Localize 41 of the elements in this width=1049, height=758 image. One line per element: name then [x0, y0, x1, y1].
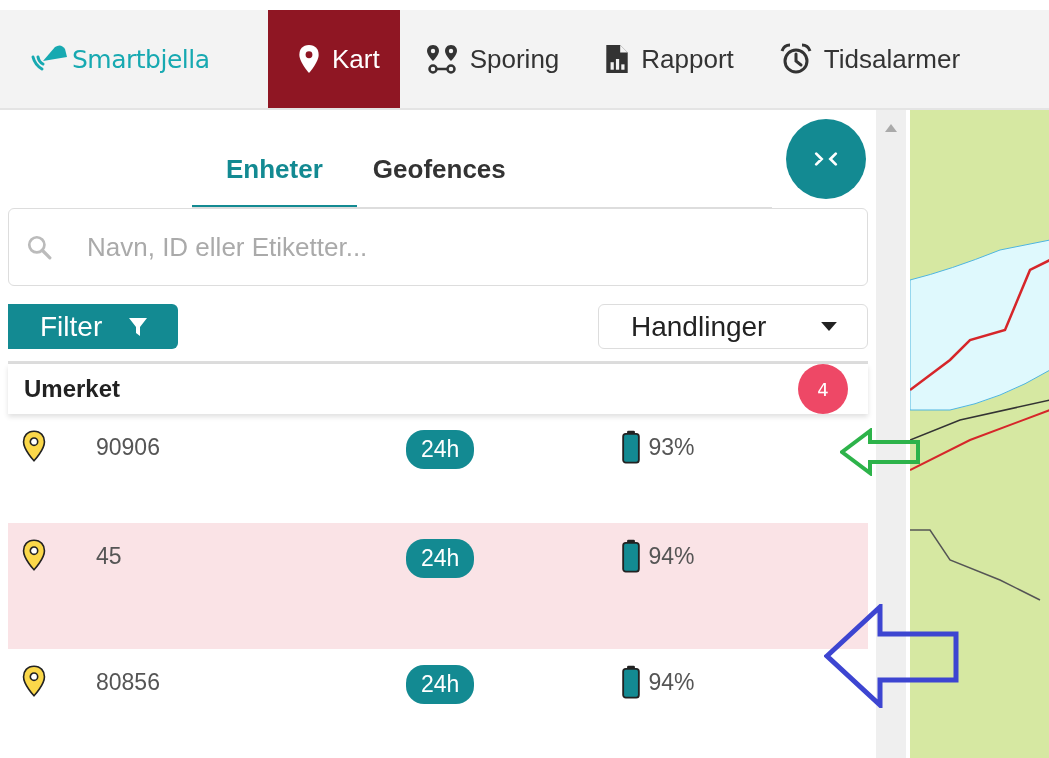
- device-row[interactable]: 90906 24h 93%: [8, 414, 868, 523]
- alarm-clock-icon: [779, 43, 812, 75]
- nav-tab[interactable]: Tidsalarmer: [755, 10, 983, 108]
- group-header[interactable]: Umerket 4: [8, 364, 868, 414]
- collapse-arrows-icon: [813, 152, 839, 166]
- device-id: 80856: [96, 668, 161, 696]
- battery-percent: 94%: [648, 542, 695, 570]
- battery-icon: [620, 430, 643, 464]
- period-chip: 24h: [406, 430, 475, 469]
- device-row[interactable]: 80856 24h 94%: [8, 649, 868, 758]
- nav-tab[interactable]: Rapport: [581, 10, 756, 108]
- route-pins-icon: [425, 44, 458, 74]
- caret-icon: [821, 322, 837, 331]
- filter-button[interactable]: Filter: [8, 304, 179, 349]
- panel-tab[interactable]: Enheter: [192, 154, 357, 207]
- map-pin-icon: [21, 539, 47, 571]
- device-id: 45: [96, 542, 123, 570]
- nav-tab[interactable]: Sporing: [401, 10, 582, 108]
- battery-percent: 93%: [648, 433, 695, 461]
- search-field[interactable]: Navn, ID eller Etiketter...: [8, 208, 868, 286]
- panel-tab[interactable]: Geofences: [356, 154, 522, 207]
- map-pin-icon: [21, 665, 47, 697]
- group-title: Umerket: [24, 375, 121, 403]
- map-pin-icon: [298, 44, 320, 74]
- period-chip: 24h: [406, 539, 475, 578]
- count-badge: 4: [798, 364, 848, 414]
- search-icon: [26, 234, 52, 260]
- nav-tab[interactable]: Kart: [268, 10, 400, 108]
- device-row[interactable]: 45 24h 94%: [8, 523, 868, 649]
- device-id: 90906: [96, 433, 161, 461]
- battery-percent: 94%: [648, 668, 695, 696]
- logo-text: Smartbjella: [72, 44, 210, 74]
- period-chip: 24h: [406, 665, 475, 704]
- scrollbar[interactable]: [876, 110, 906, 758]
- map-pin-icon: [21, 430, 47, 462]
- report-chart-icon: [605, 44, 630, 74]
- filter-icon: [128, 316, 149, 337]
- actions-dropdown[interactable]: Handlinger: [598, 304, 868, 349]
- map-placeholder[interactable]: [910, 110, 1049, 758]
- battery-icon: [620, 539, 643, 573]
- battery-icon: [620, 665, 643, 699]
